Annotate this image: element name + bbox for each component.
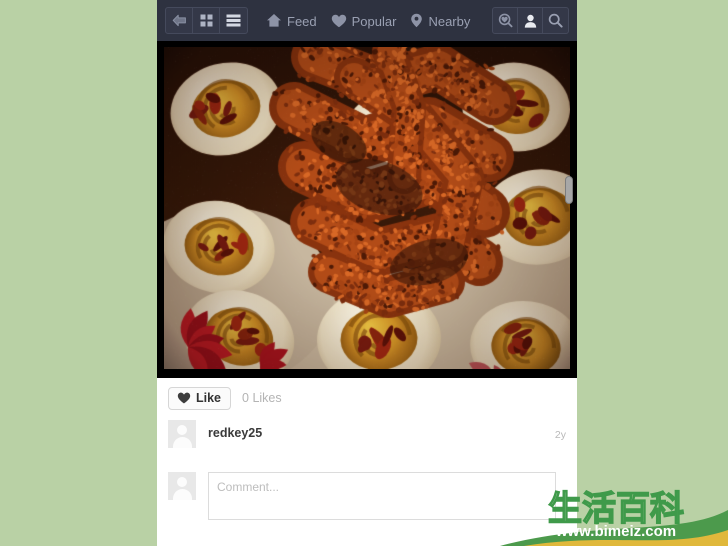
search-button[interactable]	[543, 8, 568, 33]
grid-view-button[interactable]	[193, 8, 220, 33]
list-view-button[interactable]	[220, 8, 247, 33]
heart-icon	[331, 14, 347, 28]
photo-canvas	[164, 47, 570, 369]
like-count: 0 Likes	[242, 391, 282, 405]
post-photo[interactable]	[164, 47, 570, 369]
profile-button[interactable]	[518, 8, 543, 33]
avatar-head	[177, 425, 187, 435]
author-name[interactable]: redkey25	[208, 420, 262, 440]
back-button[interactable]	[166, 8, 193, 33]
current-user-avatar	[168, 472, 196, 500]
search-icon	[548, 13, 563, 28]
liked-button[interactable]	[493, 8, 518, 33]
nav-popular[interactable]: Popular	[331, 14, 397, 28]
like-button[interactable]: Like	[168, 387, 231, 410]
home-icon	[266, 13, 282, 28]
grid-icon	[200, 14, 213, 27]
person-icon	[524, 14, 537, 28]
post-timestamp: 2y	[555, 420, 566, 441]
heart-icon	[177, 392, 191, 404]
comment-row	[157, 472, 577, 520]
comment-input[interactable]	[208, 472, 556, 520]
vertical-scrollbar-thumb[interactable]	[565, 176, 573, 204]
nav-popular-label: Popular	[352, 15, 397, 28]
like-button-label: Like	[196, 391, 221, 405]
avatar[interactable]	[168, 420, 196, 448]
nav-feed-label: Feed	[287, 15, 317, 28]
like-row: Like 0 Likes	[157, 378, 577, 418]
heart-search-icon	[498, 13, 513, 28]
photo-frame	[157, 41, 577, 378]
nav-nearby-label: Nearby	[428, 15, 470, 28]
list-icon	[226, 14, 241, 27]
avatar-body	[173, 489, 192, 500]
avatar-body	[173, 437, 192, 448]
top-navigation-bar: Feed Popular Nearby	[157, 0, 577, 41]
nav-nearby[interactable]: Nearby	[410, 13, 470, 28]
view-mode-button-group	[165, 7, 248, 34]
author-row: redkey25 2y	[157, 420, 577, 466]
app-window: Feed Popular Nearby Like 0 Likes redkey2…	[157, 0, 577, 546]
account-button-group	[492, 7, 569, 34]
avatar-head	[177, 477, 187, 487]
primary-nav: Feed Popular Nearby	[266, 13, 492, 28]
nav-feed[interactable]: Feed	[266, 13, 317, 28]
back-icon	[172, 14, 187, 27]
location-pin-icon	[410, 13, 423, 28]
